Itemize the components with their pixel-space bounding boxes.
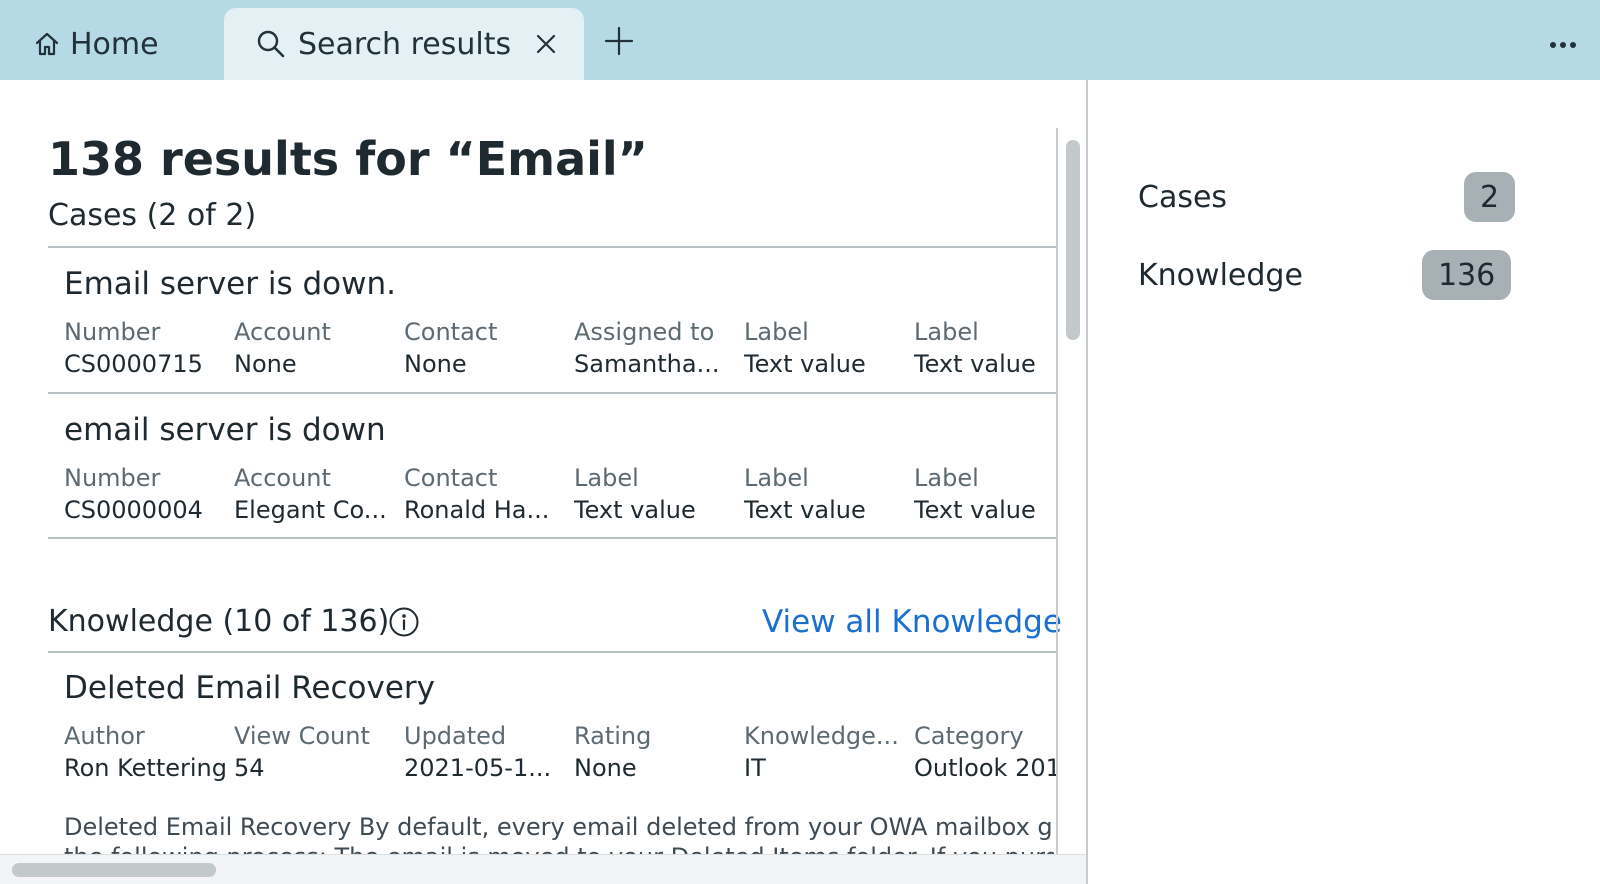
case-field: Number CS0000715 [64, 318, 203, 378]
tab-search-results[interactable]: Search results [224, 8, 584, 80]
case-title[interactable]: Email server is down. [64, 266, 396, 302]
knowledge-field: Author Ron Kettering [64, 722, 227, 782]
case-field: Label Text value [914, 464, 1036, 524]
filter-label: Cases [1138, 179, 1228, 215]
divider [48, 537, 1056, 539]
tab-bar: Home Search results [0, 0, 1600, 80]
filter-item-knowledge[interactable]: Knowledge 136 [1138, 250, 1538, 300]
case-title[interactable]: email server is down [64, 412, 386, 448]
knowledge-title[interactable]: Deleted Email Recovery [64, 670, 435, 706]
count-badge: 2 [1464, 172, 1516, 222]
tab-search-label: Search results [298, 26, 512, 62]
search-icon [256, 29, 286, 59]
case-field: Label Text value [574, 464, 696, 524]
more-horizontal-icon [1550, 42, 1576, 48]
plus-icon [604, 26, 634, 56]
knowledge-field: Category Outlook 201 [914, 722, 1056, 782]
count-badge: 136 [1422, 250, 1512, 300]
scrollbar-thumb[interactable] [1066, 140, 1080, 340]
divider [48, 392, 1056, 394]
knowledge-field: Rating None [574, 722, 652, 782]
view-all-knowledge-link[interactable]: View all Knowledge [762, 604, 1062, 640]
vertical-scrollbar[interactable] [1056, 128, 1086, 868]
filter-label: Knowledge [1138, 257, 1303, 293]
home-icon [34, 31, 60, 57]
search-results-pane: 138 results for “Email” Cases (2 of 2) E… [0, 80, 1086, 884]
filter-item-cases[interactable]: Cases 2 [1138, 172, 1538, 222]
case-field: Label Text value [744, 318, 866, 378]
knowledge-section-heading: Knowledge (10 of 136) [48, 604, 390, 639]
knowledge-field: Knowledge... IT [744, 722, 899, 782]
case-field: Account None [234, 318, 331, 378]
divider [48, 246, 1056, 248]
close-icon [536, 34, 556, 54]
case-field: Contact Ronald Ha... [404, 464, 550, 524]
case-field: Contact None [404, 318, 498, 378]
knowledge-field: View Count 54 [234, 722, 370, 782]
tab-home-label: Home [70, 26, 159, 62]
results-filter-panel: Cases 2 Knowledge 136 [1086, 80, 1600, 884]
case-field: Label Text value [744, 464, 866, 524]
knowledge-field: Updated 2021-05-1... [404, 722, 552, 782]
divider [48, 651, 1056, 653]
page-title: 138 results for “Email” [48, 132, 648, 186]
case-field: Number CS0000004 [64, 464, 203, 524]
more-options-button[interactable] [1548, 30, 1578, 60]
horizontal-scrollbar[interactable] [0, 854, 1086, 884]
case-field: Label Text value [914, 318, 1036, 378]
case-field: Assigned to Samantha... [574, 318, 720, 378]
info-icon[interactable] [388, 606, 420, 638]
cases-section-heading: Cases (2 of 2) [48, 198, 257, 233]
close-tab-button[interactable] [532, 30, 560, 58]
case-field: Account Elegant Co... [234, 464, 387, 524]
add-tab-button[interactable] [604, 26, 634, 56]
scrollbar-thumb[interactable] [12, 863, 216, 877]
tab-home[interactable]: Home [34, 8, 159, 80]
